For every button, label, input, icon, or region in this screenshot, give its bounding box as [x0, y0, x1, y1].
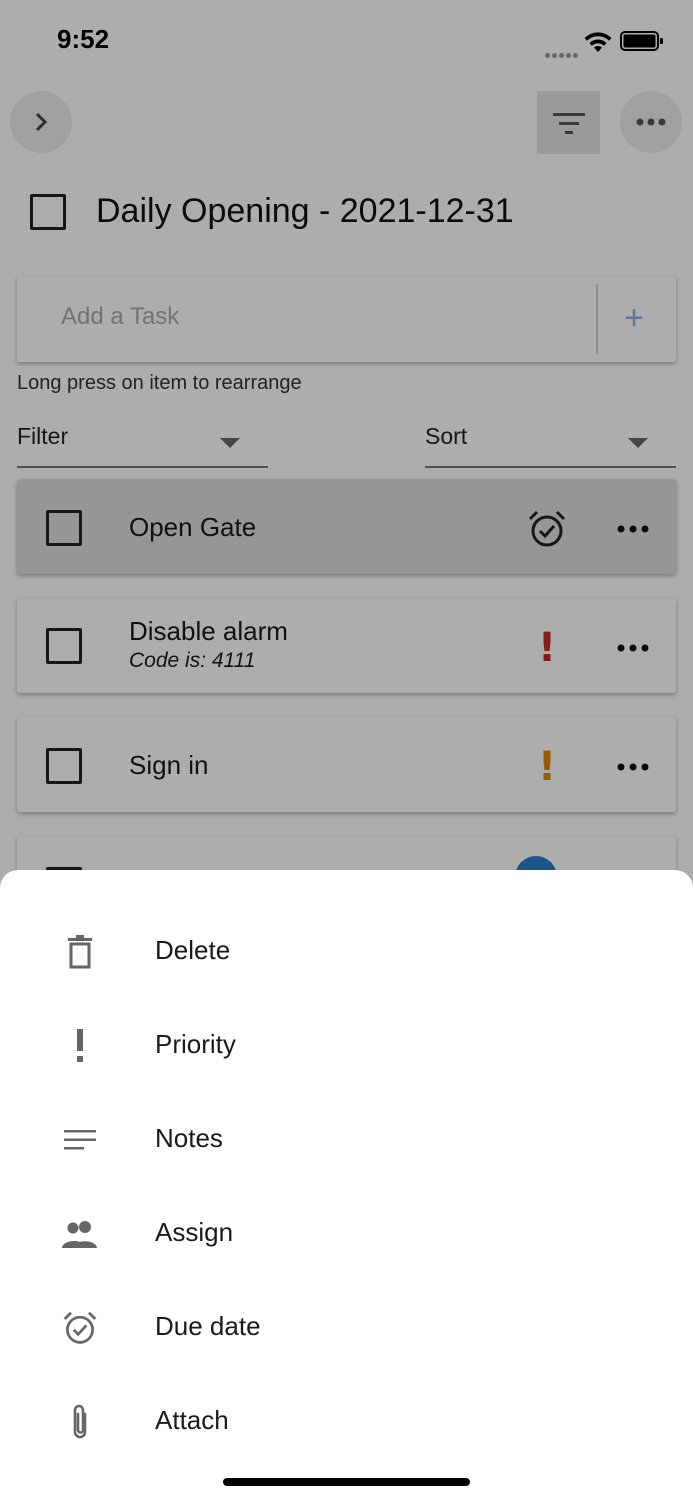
- assign-label: Assign: [155, 1217, 234, 1247]
- notes-action[interactable]: Notes: [0, 1091, 693, 1185]
- delete-action[interactable]: Delete: [0, 903, 693, 997]
- trash-icon: [58, 930, 102, 974]
- paperclip-icon: [58, 1400, 102, 1444]
- attach-action[interactable]: Attach: [0, 1373, 693, 1467]
- due-date-label: Due date: [155, 1311, 261, 1341]
- alarm-check-icon: [58, 1306, 102, 1350]
- app-screen: 9:52 Daily Opening - 2021-12-31 +: [0, 0, 693, 1500]
- priority-action[interactable]: Priority: [0, 997, 693, 1091]
- delete-label: Delete: [155, 935, 231, 965]
- task-actions-sheet: Delete Priority Notes Assign Due date At…: [0, 870, 693, 1500]
- notes-icon: [58, 1118, 102, 1162]
- exclamation-icon: [58, 1024, 102, 1068]
- assign-action[interactable]: Assign: [0, 1185, 693, 1279]
- due-date-action[interactable]: Due date: [0, 1279, 693, 1373]
- attach-label: Attach: [155, 1405, 229, 1435]
- notes-label: Notes: [155, 1123, 223, 1153]
- people-icon: [58, 1212, 102, 1256]
- home-indicator: [223, 1478, 470, 1486]
- priority-label: Priority: [155, 1029, 236, 1059]
